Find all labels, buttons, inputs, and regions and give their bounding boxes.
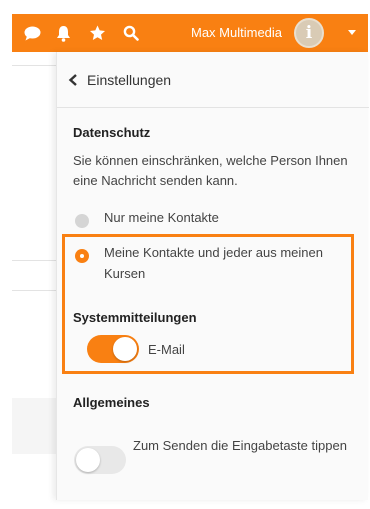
chevron-down-icon[interactable] (348, 30, 356, 35)
enter-send-toggle[interactable] (74, 446, 126, 474)
highlight-frame (62, 234, 354, 374)
divider (12, 260, 56, 261)
divider (12, 65, 56, 66)
toggle-knob (76, 448, 100, 472)
background-row (12, 398, 56, 454)
avatar-initial: i (305, 23, 313, 43)
radio-contacts-only[interactable] (75, 214, 89, 228)
avatar[interactable]: i (294, 18, 324, 48)
top-navbar: Max Multimedia i (12, 14, 368, 52)
option-contacts-only-label[interactable]: Nur meine Kontakte (104, 207, 219, 228)
chevron-left-icon[interactable] (68, 73, 82, 87)
star-icon[interactable] (86, 14, 108, 52)
divider (12, 290, 56, 291)
privacy-description: Sie können einschränken, welche Person I… (73, 153, 348, 188)
drawer-header[interactable]: Einstellungen (57, 52, 369, 108)
search-icon[interactable] (120, 14, 142, 52)
chat-icon[interactable] (21, 14, 43, 52)
bell-icon[interactable] (52, 14, 74, 52)
back-to-settings-label[interactable]: Einstellungen (87, 72, 171, 88)
general-heading: Allgemeines (73, 395, 150, 410)
user-name[interactable]: Max Multimedia (191, 14, 282, 52)
page-background (12, 52, 56, 500)
enter-send-label: Zum Senden die Eingabetaste tippen (133, 438, 347, 453)
privacy-heading: Datenschutz (73, 125, 151, 140)
